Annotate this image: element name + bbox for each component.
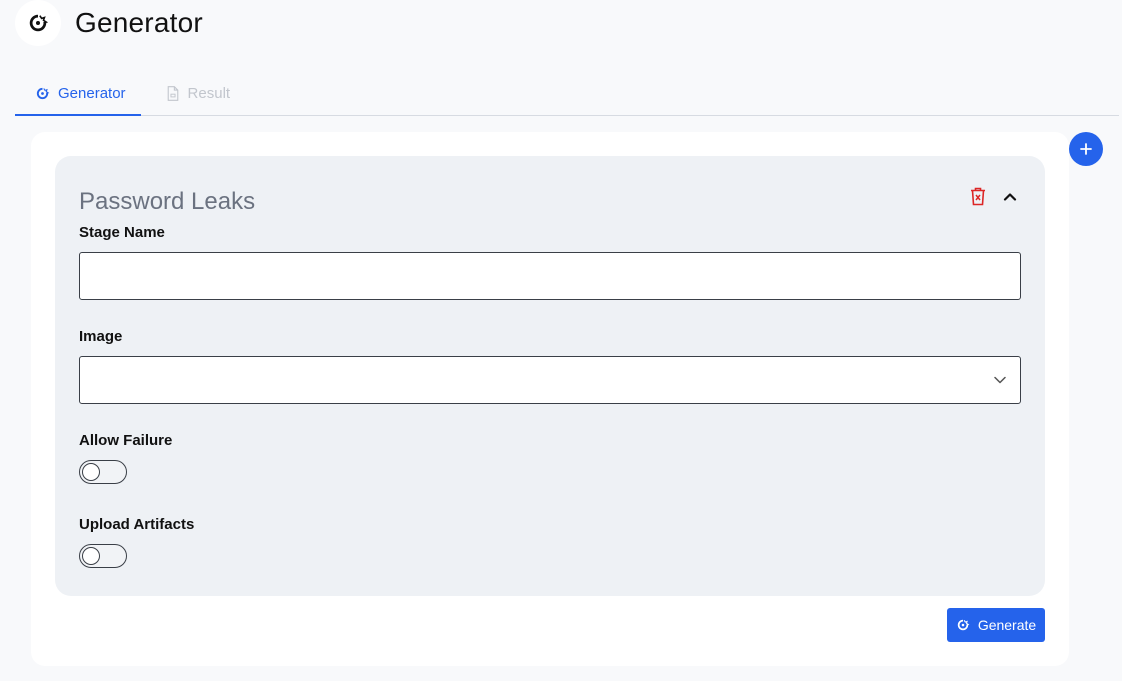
generator-icon xyxy=(36,87,50,99)
tab-label: Generator xyxy=(58,84,126,102)
generate-button[interactable]: Generate xyxy=(947,608,1045,642)
allow-failure-toggle[interactable] xyxy=(79,460,127,484)
document-icon xyxy=(167,86,178,101)
page-title: Generator xyxy=(75,7,203,38)
image-select[interactable] xyxy=(79,356,1021,404)
chevron-down-icon xyxy=(994,376,1006,384)
upload-artifacts-toggle[interactable] xyxy=(79,544,127,568)
plus-icon xyxy=(1080,143,1092,155)
allow-failure-label: Allow Failure xyxy=(79,432,173,449)
trash-icon xyxy=(971,187,985,205)
stage-card: Password Leaks Stage Name Image Allow Fa… xyxy=(55,156,1045,596)
upload-artifacts-label: Upload Artifacts xyxy=(79,516,195,533)
app-logo xyxy=(15,0,61,46)
stage-name-input[interactable] xyxy=(79,252,1021,300)
stage-actions xyxy=(969,186,1019,206)
generate-label: Generate xyxy=(977,617,1037,633)
collapse-stage-button[interactable] xyxy=(1001,186,1019,206)
toggle-knob xyxy=(82,547,100,565)
tab-label: Result xyxy=(187,85,231,102)
image-label: Image xyxy=(79,328,123,345)
toggle-knob xyxy=(82,463,100,481)
tab-bar: Generator Result xyxy=(15,72,1119,116)
add-stage-button[interactable] xyxy=(1069,132,1103,166)
tab-generator[interactable]: Generator xyxy=(15,72,141,116)
stage-name-label: Stage Name xyxy=(79,224,165,241)
generator-icon xyxy=(29,14,49,32)
app-header: Generator xyxy=(15,0,203,46)
tab-result[interactable]: Result xyxy=(146,72,247,115)
stage-title: Password Leaks xyxy=(79,188,256,215)
chevron-up-icon xyxy=(1003,192,1017,201)
generator-icon xyxy=(957,619,970,631)
delete-stage-button[interactable] xyxy=(969,186,987,206)
